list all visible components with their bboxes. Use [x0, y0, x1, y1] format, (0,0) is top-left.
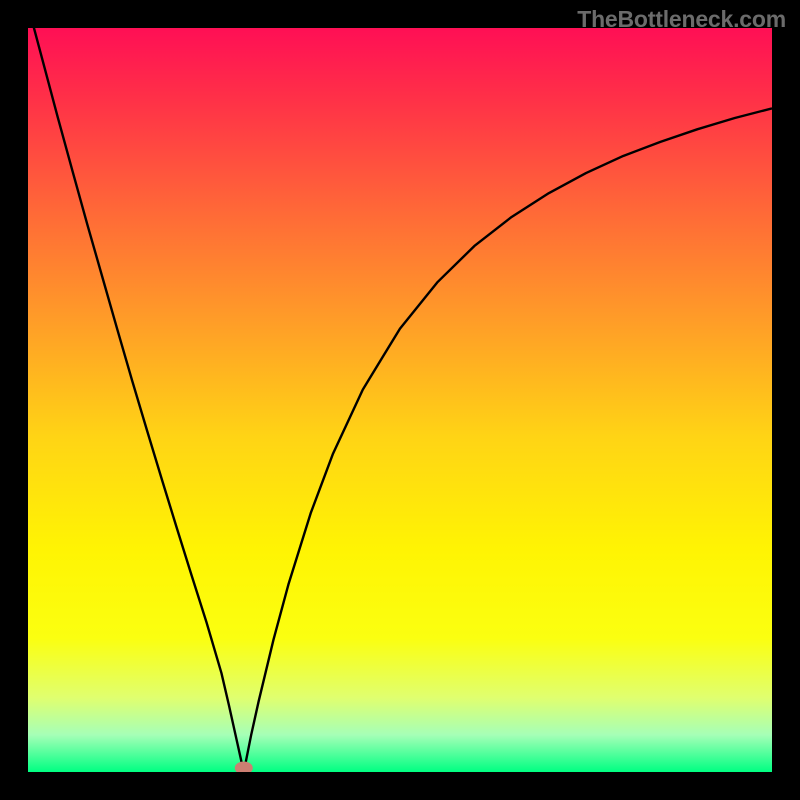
plot-area — [28, 28, 772, 772]
chart-frame: TheBottleneck.com — [0, 0, 800, 800]
chart-svg — [28, 28, 772, 772]
gradient-background — [28, 28, 772, 772]
watermark-text: TheBottleneck.com — [577, 6, 786, 33]
